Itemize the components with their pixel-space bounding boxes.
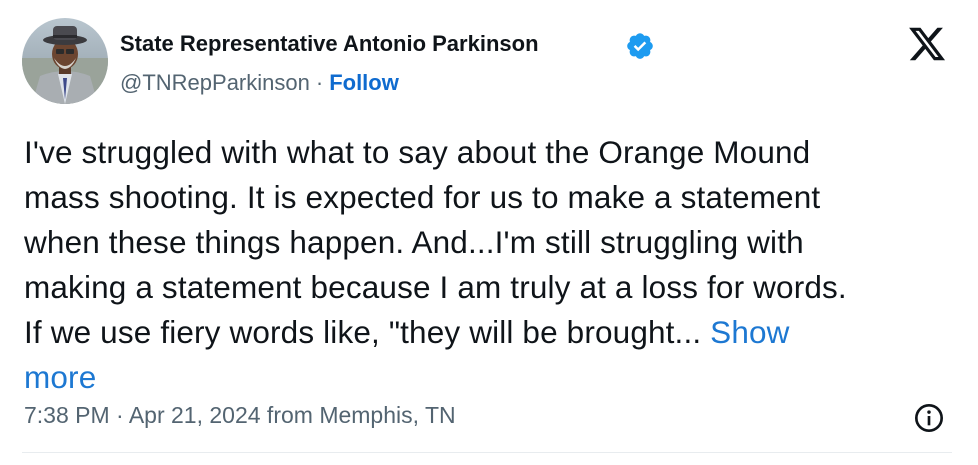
author-handle[interactable]: @TNRepParkinson (120, 70, 310, 95)
author-name[interactable]: State Representative Antonio Parkinson (120, 31, 539, 57)
tweet-text: I've struggled with what to say about th… (24, 130, 954, 400)
tweet-card: State Representative Antonio Parkinson @… (0, 0, 978, 465)
separator-dot: · (315, 70, 324, 95)
tweet-line: making a statement because I am truly at… (24, 269, 847, 305)
verified-badge-icon (627, 33, 653, 59)
show-more-link-continued[interactable]: more (24, 355, 954, 400)
tweet-line-text: If we use fiery words like, "they will b… (24, 314, 711, 350)
tweet-line-last: If we use fiery words like, "they will b… (24, 310, 954, 355)
show-more-link[interactable]: Show (710, 314, 789, 350)
avatar[interactable] (22, 18, 108, 104)
handle-row: @TNRepParkinson · Follow (120, 70, 399, 96)
tweet-line: mass shooting. It is expected for us to … (24, 179, 821, 215)
x-logo-icon[interactable] (905, 24, 949, 64)
tweet-line: I've struggled with what to say about th… (24, 134, 811, 170)
tweet-timestamp[interactable]: 7:38 PM · Apr 21, 2024 from Memphis, TN (24, 402, 456, 429)
tweet-line: when these things happen. And...I'm stil… (24, 224, 804, 260)
divider (22, 452, 952, 453)
info-icon[interactable] (913, 402, 945, 434)
follow-button[interactable]: Follow (329, 70, 399, 95)
